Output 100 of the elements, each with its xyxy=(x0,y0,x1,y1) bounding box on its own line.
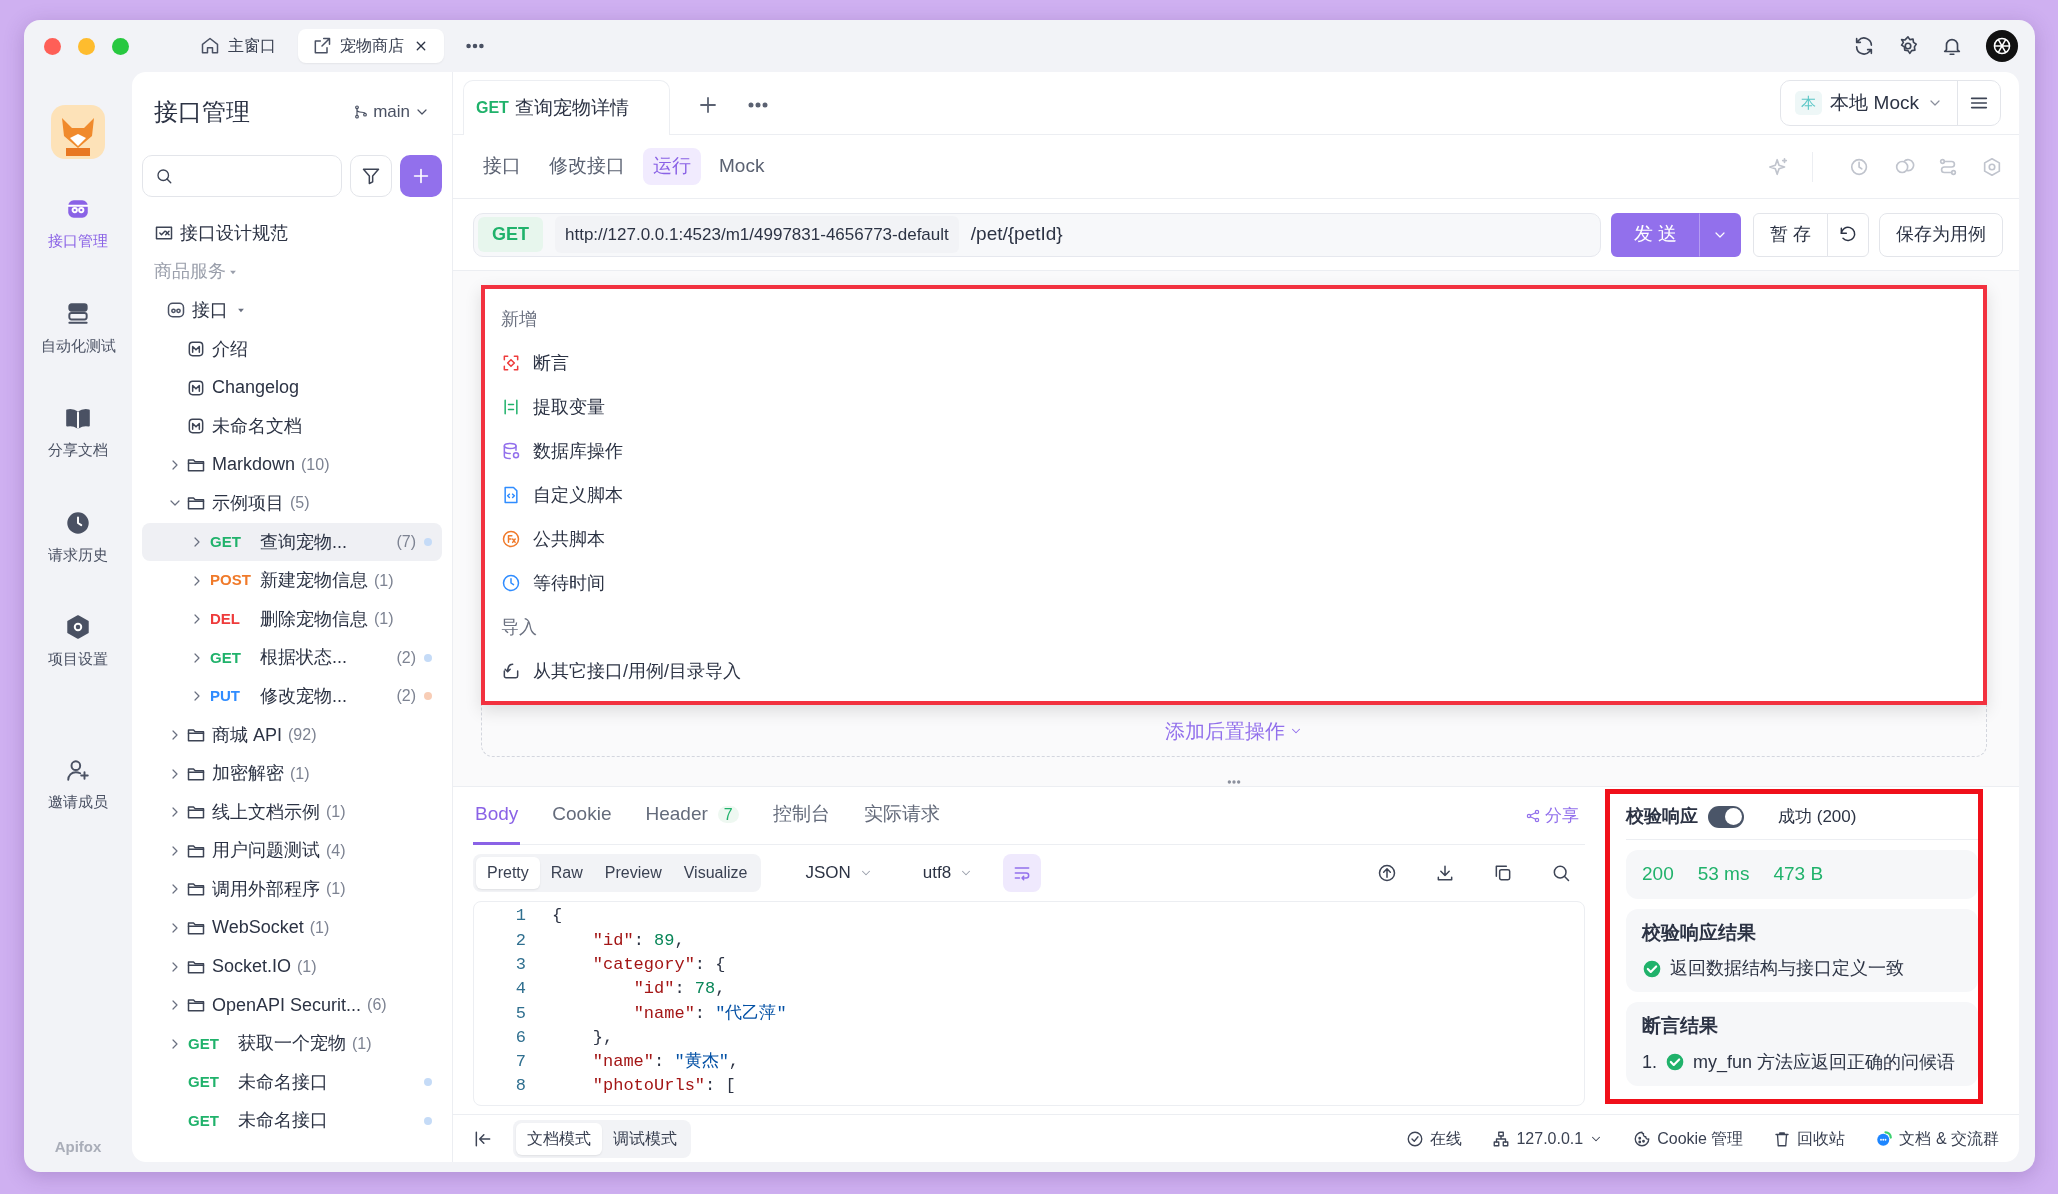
menu-item[interactable]: 数据库操作 xyxy=(501,429,623,473)
tree-item[interactable]: 加密解密 (1) xyxy=(142,754,442,793)
external-link-icon xyxy=(312,36,332,56)
result-title: 断言结果 xyxy=(1642,1014,1719,1038)
response-tab[interactable]: 实际请求 xyxy=(861,786,942,845)
wrap-toggle[interactable] xyxy=(1003,854,1042,892)
tree-item[interactable]: PUT 修改宠物... (2) xyxy=(142,677,442,716)
path-field[interactable]: /pet/{petId} xyxy=(970,220,1063,249)
line-number: 6 xyxy=(514,1026,527,1049)
view-tab[interactable]: Preview xyxy=(593,857,673,889)
status-item[interactable]: 回收站 xyxy=(1773,1126,1846,1151)
save-button[interactable]: 暂 存 xyxy=(1753,212,1828,257)
tree-item[interactable]: Changelog xyxy=(142,368,442,407)
chat-bubble-icon xyxy=(1875,1129,1894,1148)
search-field[interactable] xyxy=(142,155,342,197)
window-tab[interactable]: 主窗口 xyxy=(186,29,290,63)
code-line: }, xyxy=(591,1026,614,1049)
view-tab[interactable]: Pretty xyxy=(476,857,540,889)
line-number: 4 xyxy=(514,978,527,1001)
tree-item[interactable]: GET 未命名接口 xyxy=(142,1063,442,1102)
cookie-icon xyxy=(1633,1129,1652,1148)
tree-item[interactable]: DEL 删除宠物信息 (1) xyxy=(142,599,442,639)
tab[interactable]: 接口 xyxy=(473,148,531,185)
send-button[interactable]: 发 送 xyxy=(1610,212,1700,257)
share-button[interactable]: 分享 xyxy=(1519,801,1585,830)
line-number: 7 xyxy=(514,1051,527,1074)
menu-item[interactable]: 从其它接口/用例/目录导入 xyxy=(501,649,741,693)
menu-item[interactable]: 提取变量 xyxy=(501,385,605,429)
logo-icon xyxy=(50,104,106,160)
rail-item[interactable]: 邀请成员 xyxy=(48,756,108,813)
filter-button[interactable] xyxy=(350,155,392,197)
status-item[interactable]: 在线 xyxy=(1406,1126,1463,1151)
format-dropdown[interactable]: JSON xyxy=(799,859,879,887)
toggle-switch[interactable] xyxy=(1708,805,1744,828)
result-text: 返回数据结构与接口定义一致 xyxy=(1670,957,1904,980)
tree-item[interactable]: 未命名文档 xyxy=(142,406,442,446)
refresh-icon[interactable] xyxy=(1853,35,1875,57)
rail-item[interactable]: 分享文档 xyxy=(48,405,108,462)
tab[interactable]: 修改接口 xyxy=(539,148,635,185)
code-line: "category": { xyxy=(591,954,726,976)
rail-item[interactable]: 自动化测试 xyxy=(40,300,116,357)
status-item[interactable]: Cookie 管理 xyxy=(1633,1126,1744,1151)
branch-selector[interactable]: main xyxy=(347,98,436,126)
status-item[interactable]: 127.0.0.1 xyxy=(1492,1126,1604,1151)
tree-item[interactable]: 调用外部程序 (1) xyxy=(142,870,442,909)
send-options-button[interactable] xyxy=(1699,212,1741,257)
response-tab[interactable]: 控制台 xyxy=(770,786,832,845)
tree-item[interactable]: 线上文档示例 (1) xyxy=(142,792,442,832)
view-tab[interactable]: Visualize xyxy=(672,857,759,889)
reset-button[interactable] xyxy=(1827,212,1869,257)
save-case-button[interactable]: 保存为用例 xyxy=(1879,212,2003,257)
rail-item[interactable]: 接口管理 xyxy=(48,196,108,253)
mode-tab[interactable]: 文档模式 xyxy=(516,1122,602,1155)
home-icon xyxy=(200,36,220,56)
add-post-action-button[interactable]: 添加后置操作 xyxy=(1159,714,1309,747)
response-tab[interactable]: Header 7 xyxy=(643,786,741,845)
window-tab[interactable]: 宠物商店 xyxy=(298,29,444,63)
tree-item[interactable]: 接口设计规范 xyxy=(142,214,442,253)
view-tab[interactable]: Raw xyxy=(539,857,594,889)
menu-item[interactable]: 自定义脚本 xyxy=(501,473,623,517)
clock-icon xyxy=(501,573,521,593)
tree-item[interactable]: OpenAPI Securit... (6) xyxy=(142,985,442,1025)
tree-item[interactable]: Markdown (10) xyxy=(142,445,442,485)
rail-item[interactable]: 项目设置 xyxy=(48,614,108,671)
search-icon[interactable] xyxy=(1551,863,1571,883)
mode-tab[interactable]: 调试模式 xyxy=(602,1122,688,1155)
tree-item[interactable]: GET 根据状态... (2) xyxy=(142,638,442,678)
upload-icon[interactable] xyxy=(1377,863,1397,883)
menu-item[interactable]: 等待时间 xyxy=(501,561,605,605)
line-number: 1 xyxy=(514,905,527,928)
tree-item[interactable]: GET 未命名接口 xyxy=(142,1101,442,1141)
status-item[interactable]: 文档 & 交流群 xyxy=(1875,1126,1999,1151)
rail-item[interactable]: 请求历史 xyxy=(48,509,108,566)
tree-item[interactable]: 接口 xyxy=(142,291,442,330)
menu-item[interactable]: 公共脚本 xyxy=(501,517,605,561)
encoding-dropdown[interactable]: utf8 xyxy=(916,859,980,887)
tree-item[interactable]: GET 查询宠物... (7) xyxy=(142,522,442,562)
add-button[interactable] xyxy=(400,155,442,197)
code-line: "name": "黄杰", xyxy=(591,1051,740,1074)
tree-item[interactable]: 示例项目 (5) xyxy=(142,484,442,523)
tree-item[interactable]: 介绍 xyxy=(142,329,442,369)
response-tab[interactable]: Cookie xyxy=(550,786,614,845)
tree-item[interactable]: WebSocket (1) xyxy=(142,908,442,948)
editor-tab[interactable]: GET 查询宠物详情 xyxy=(463,80,670,135)
download-icon[interactable] xyxy=(1435,863,1455,883)
avatar-icon[interactable] xyxy=(1985,29,2019,63)
tree-item[interactable]: Socket.IO (1) xyxy=(142,947,442,986)
close-button[interactable] xyxy=(44,37,61,55)
tab[interactable]: Mock xyxy=(709,148,775,185)
tab[interactable]: 运行 xyxy=(643,148,701,185)
bracket-icon xyxy=(501,397,521,417)
menu-section-title: 新增 xyxy=(501,307,538,331)
tree-item[interactable]: 用户问题测试 (4) xyxy=(142,831,442,871)
tree-item[interactable]: 商城 API (92) xyxy=(142,715,442,755)
tree-item[interactable]: GET 获取一个宠物 (1) xyxy=(142,1024,442,1064)
tree-item[interactable]: POST 新建宠物信息 (1) xyxy=(142,561,442,600)
menu-item[interactable]: 断言 xyxy=(501,341,569,385)
code-line: "id": 78, xyxy=(632,978,726,1001)
response-tab[interactable]: Body xyxy=(473,786,521,845)
copy-icon[interactable] xyxy=(1493,863,1513,883)
